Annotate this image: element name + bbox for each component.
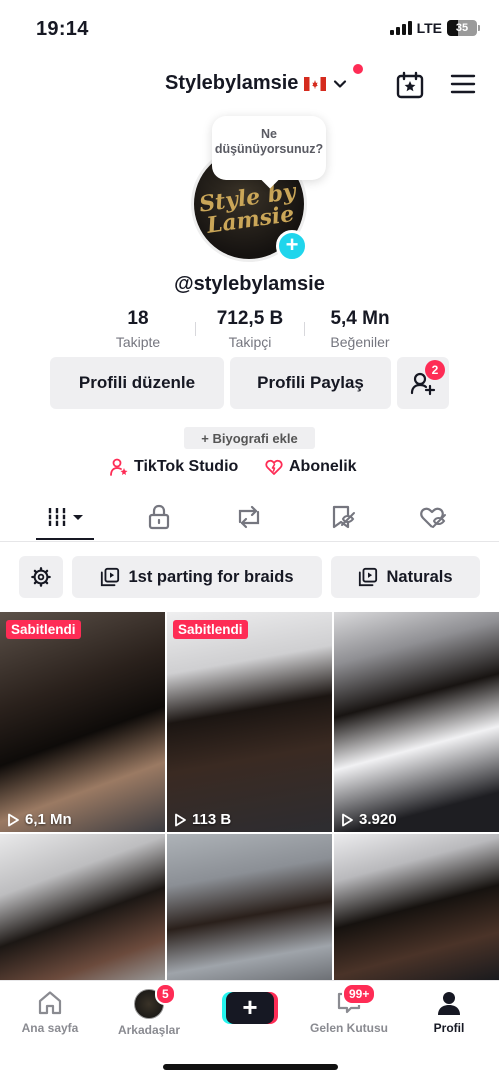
video-thumbnail[interactable]: Sabitlendi 113 B xyxy=(167,612,332,832)
inbox-badge: 99+ xyxy=(342,983,377,1005)
favorites-icon[interactable] xyxy=(328,504,358,530)
likes-count: 5,4 Mn xyxy=(330,308,390,329)
liked-icon[interactable] xyxy=(419,504,449,530)
repost-icon[interactable] xyxy=(234,504,264,530)
subscription-link[interactable]: Abonelik xyxy=(265,458,357,476)
profile-header: Stylebylamsie xyxy=(0,62,499,108)
playlist-icon xyxy=(101,567,120,587)
subscription-label: Abonelik xyxy=(289,458,357,475)
profile-actions: Profili düzenle Profili Paylaş xyxy=(0,357,499,409)
view-count-text: 113 B xyxy=(192,811,232,828)
canada-flag-icon xyxy=(304,76,327,91)
playlist-icon xyxy=(359,567,378,587)
playlist-button[interactable]: 1st parting for braids xyxy=(72,556,322,598)
profile-handle: @stylebylamsie xyxy=(174,273,325,295)
add-bio-button[interactable]: + Biyografi ekle xyxy=(184,427,315,449)
share-profile-button[interactable]: Profili Paylaş xyxy=(230,357,391,409)
nav-profile-label: Profil xyxy=(433,1021,465,1035)
chevron-down-icon xyxy=(334,79,347,88)
playlist-row: 1st parting for braids Naturals xyxy=(0,556,499,598)
profile-stats: 18 Takipte 712,5 B Takipçi 5,4 Mn Beğeni… xyxy=(0,308,499,354)
home-icon xyxy=(38,991,62,1015)
following-stat[interactable]: 18 Takipte xyxy=(108,308,168,350)
edit-profile-button[interactable]: Profili düzenle xyxy=(50,357,224,409)
nav-home-label: Ana sayfa xyxy=(21,1021,79,1035)
thought-bubble[interactable]: Ne düşünüyorsunuz? xyxy=(212,116,326,180)
tiktok-studio-link[interactable]: TikTok Studio xyxy=(110,458,238,476)
content-tabs xyxy=(0,496,499,542)
stat-divider xyxy=(304,322,305,336)
playlist-label: Naturals xyxy=(386,567,453,586)
friend-request-badge: 2 xyxy=(425,360,445,380)
videos-icon[interactable] xyxy=(47,504,87,530)
notification-dot xyxy=(353,64,363,74)
profile-links: TikTok Studio Abonelik xyxy=(0,458,499,482)
calendar-star-icon[interactable] xyxy=(395,70,425,100)
view-count-text: 6,1 Mn xyxy=(25,811,72,828)
studio-label: TikTok Studio xyxy=(134,458,239,475)
battery-icon: 35 xyxy=(447,20,480,36)
video-grid: Sabitlendi 6,1 Mn Sabitlendi 113 B 3.920 xyxy=(0,612,499,980)
nav-profile[interactable]: Profil xyxy=(404,989,494,1035)
playlist-label: 1st parting for braids xyxy=(128,567,294,586)
status-time: 19:14 xyxy=(36,18,89,40)
video-thumbnail[interactable] xyxy=(334,834,499,980)
bubble-text: Ne düşünüyorsunuz? xyxy=(214,127,324,156)
account-switcher[interactable]: Stylebylamsie xyxy=(165,72,348,95)
status-bar: 19:14 LTE 35 xyxy=(0,0,499,56)
nav-friends-label: Arkadaşlar xyxy=(117,1023,181,1037)
following-label: Takipte xyxy=(115,334,161,350)
sort-settings-button[interactable] xyxy=(19,556,63,598)
video-thumbnail[interactable] xyxy=(167,834,332,980)
nav-friends[interactable]: Arkadaşlar xyxy=(104,989,194,1037)
play-icon xyxy=(8,813,19,826)
battery-level: 35 xyxy=(455,22,469,34)
subscription-icon xyxy=(265,459,283,475)
play-icon xyxy=(175,813,186,826)
likes-label: Beğeniler xyxy=(330,334,390,350)
video-thumbnail[interactable] xyxy=(0,834,165,980)
active-tab-indicator xyxy=(36,538,94,540)
view-count: 113 B xyxy=(173,811,231,828)
username: Stylebylamsie xyxy=(165,72,299,94)
studio-icon xyxy=(110,458,128,476)
video-thumbnail[interactable]: 3.920 xyxy=(334,612,499,832)
profile-icon xyxy=(438,992,460,1015)
followers-label: Takipçi xyxy=(228,334,272,350)
add-story-button[interactable]: + xyxy=(276,230,308,262)
menu-icon[interactable] xyxy=(450,72,476,96)
nav-inbox-label: Gelen Kutusu xyxy=(309,1021,388,1035)
home-indicator xyxy=(163,1064,338,1070)
stat-divider xyxy=(195,322,196,336)
followers-count: 712,5 B xyxy=(216,308,284,329)
create-button[interactable]: + xyxy=(226,992,274,1024)
playlist-button[interactable]: Naturals xyxy=(331,556,480,598)
view-count: 3.920 xyxy=(340,811,397,828)
play-icon xyxy=(342,813,353,826)
friends-badge: 5 xyxy=(155,983,176,1005)
nav-home[interactable]: Ana sayfa xyxy=(5,989,95,1035)
network-type: LTE xyxy=(416,20,442,36)
following-count: 18 xyxy=(127,308,149,329)
signal-icon xyxy=(389,21,412,35)
gear-icon xyxy=(31,567,51,587)
pinned-badge: Sabitlendi xyxy=(6,620,81,639)
view-count-text: 3.920 xyxy=(359,811,397,828)
followers-stat[interactable]: 712,5 B Takipçi xyxy=(205,308,295,350)
likes-stat[interactable]: 5,4 Mn Beğeniler xyxy=(320,308,400,350)
lock-icon[interactable] xyxy=(144,504,174,530)
view-count: 6,1 Mn xyxy=(6,811,72,828)
video-thumbnail[interactable]: Sabitlendi 6,1 Mn xyxy=(0,612,165,832)
pinned-badge: Sabitlendi xyxy=(173,620,248,639)
